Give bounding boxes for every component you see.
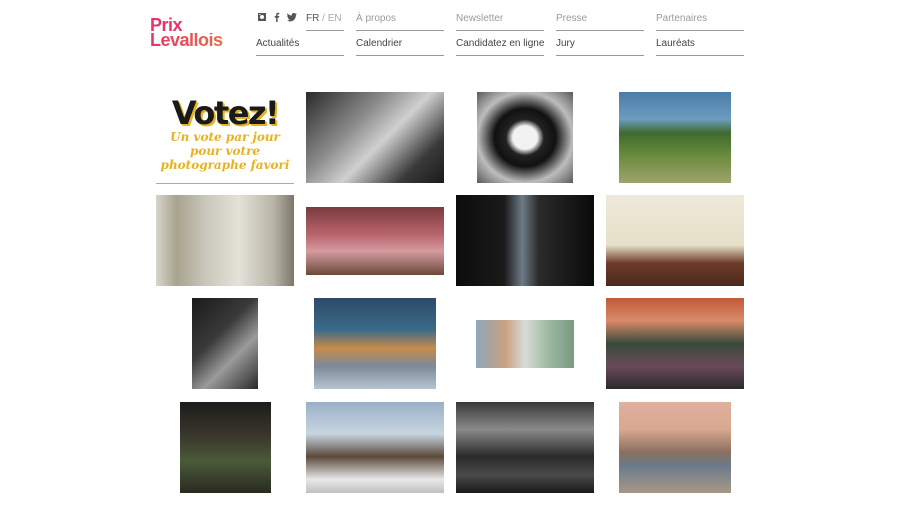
social-links bbox=[257, 12, 297, 22]
photo-image bbox=[606, 298, 744, 389]
logo-line-2: Levallois bbox=[150, 31, 240, 49]
nav-label: Jury bbox=[556, 38, 575, 49]
photo-image bbox=[156, 195, 294, 286]
photo-image bbox=[619, 402, 731, 493]
photo-image bbox=[456, 402, 594, 493]
photo-image bbox=[306, 92, 444, 183]
photo-veiled-figure-bw[interactable] bbox=[192, 298, 258, 389]
photo-winter-walker[interactable] bbox=[306, 402, 444, 493]
photo-image bbox=[606, 195, 744, 286]
photo-shrine-flowers[interactable] bbox=[606, 298, 744, 389]
nav-candidatez[interactable]: Candidatez en ligne bbox=[456, 38, 545, 56]
nav-presse[interactable]: Presse bbox=[556, 13, 644, 31]
nav-label: Partenaires bbox=[656, 13, 708, 24]
vote-subtitle-line: Un vote par jour bbox=[170, 130, 280, 144]
nav-label: Newsletter bbox=[456, 13, 504, 24]
nav-laureats[interactable]: Lauréats bbox=[656, 38, 744, 56]
lang-en[interactable]: EN bbox=[328, 13, 342, 24]
lang-separator: / bbox=[322, 13, 325, 24]
nav-label: Actualités bbox=[256, 38, 300, 49]
nav-label: Candidatez en ligne bbox=[456, 38, 545, 49]
nav-a-propos[interactable]: À propos bbox=[356, 13, 444, 31]
nav-label: À propos bbox=[356, 13, 397, 24]
facebook-icon[interactable] bbox=[272, 12, 282, 22]
photo-couple-reading[interactable] bbox=[606, 195, 744, 286]
photo-woman-doorway-bw[interactable] bbox=[306, 92, 444, 183]
photo-image bbox=[314, 298, 436, 389]
nav-label: Calendrier bbox=[356, 38, 403, 49]
photo-image bbox=[619, 92, 731, 183]
photo-palm-tent[interactable] bbox=[619, 92, 731, 183]
photo-pink-room[interactable] bbox=[306, 207, 444, 275]
instagram-icon[interactable] bbox=[257, 12, 267, 22]
photo-diptych-water[interactable] bbox=[476, 320, 574, 368]
photo-image bbox=[306, 402, 444, 493]
photo-dark-window[interactable] bbox=[456, 195, 594, 286]
photo-room-doors[interactable] bbox=[156, 195, 294, 286]
lang-fr[interactable]: FR bbox=[306, 13, 319, 24]
nav-actualites[interactable]: Actualités bbox=[256, 38, 344, 56]
site-logo[interactable]: Prix Levallois bbox=[150, 16, 240, 49]
photo-image bbox=[476, 320, 574, 368]
nav-newsletter[interactable]: Newsletter bbox=[456, 13, 544, 31]
nav-calendrier[interactable]: Calendrier bbox=[356, 38, 444, 56]
nav-jury[interactable]: Jury bbox=[556, 38, 644, 56]
photo-image bbox=[477, 92, 573, 183]
photo-arcade-street[interactable] bbox=[314, 298, 436, 389]
nav-label: Presse bbox=[556, 13, 588, 24]
photo-hill-town[interactable] bbox=[619, 402, 731, 493]
photo-bowl-figure-bw[interactable] bbox=[477, 92, 573, 183]
photo-image bbox=[192, 298, 258, 389]
lang-underline bbox=[306, 30, 344, 31]
nav-partenaires[interactable]: Partenaires bbox=[656, 13, 744, 31]
vote-subtitle-line: pour votre bbox=[189, 144, 261, 158]
twitter-icon[interactable] bbox=[287, 12, 297, 22]
nav-label: Lauréats bbox=[656, 38, 695, 49]
photo-image bbox=[456, 195, 594, 286]
vote-subtitle: Un vote par jour pour votre photographe … bbox=[156, 130, 294, 172]
vote-title: Votez! bbox=[171, 94, 280, 132]
photo-cross-men-bw[interactable] bbox=[456, 402, 594, 493]
vote-subtitle-line: photographe favori bbox=[160, 158, 290, 172]
language-switcher: FR / EN bbox=[306, 13, 342, 24]
photo-forest-figure[interactable] bbox=[180, 402, 271, 493]
vote-divider bbox=[156, 183, 294, 184]
vote-banner[interactable]: Votez! Un vote par jour pour votre photo… bbox=[156, 92, 294, 184]
photo-image bbox=[180, 402, 271, 493]
photo-image bbox=[306, 207, 444, 275]
